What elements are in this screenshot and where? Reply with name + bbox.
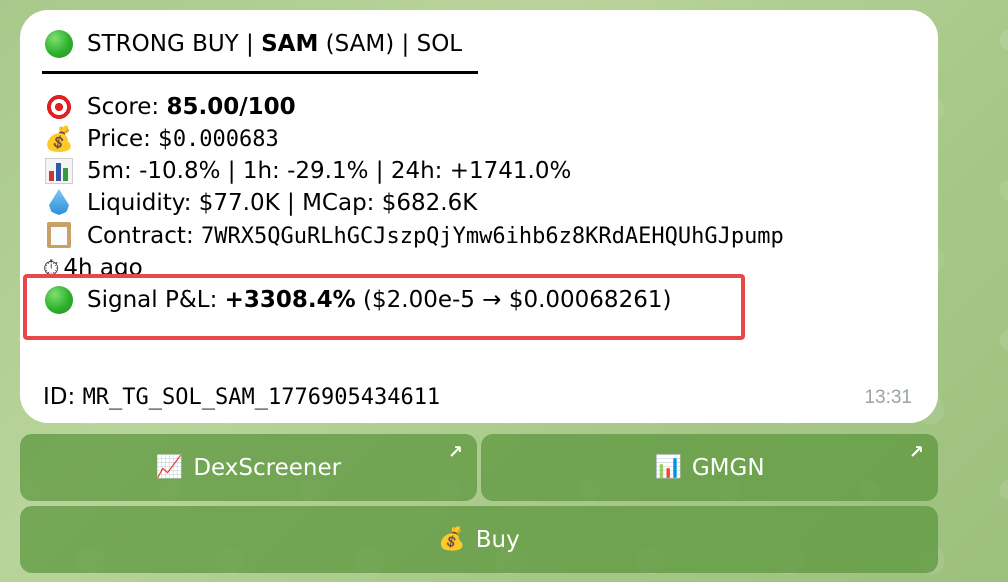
contract-label: Contract: bbox=[87, 223, 202, 249]
liquidity-line: Liquidity: $77.0K | MCap: $682.6K bbox=[43, 188, 477, 218]
bar-chart-icon: 📊 bbox=[654, 455, 682, 480]
contract-address[interactable]: 7WRX5QGuRLhGCJszpQjYmw6ihb6z8KRdAEHQUhGJ… bbox=[201, 224, 784, 249]
money-bag-icon: 💰 bbox=[44, 125, 74, 153]
droplet-icon bbox=[43, 188, 75, 218]
liquidity-text: Liquidity: $77.0K | MCap: $682.6K bbox=[87, 190, 478, 216]
message-bubble: STRONG BUY | SAM (SAM) | SOL Score: 85.0… bbox=[20, 10, 938, 423]
green-circle-icon bbox=[43, 29, 75, 59]
clipboard-icon bbox=[43, 221, 75, 251]
signal-title: STRONG BUY | SAM (SAM) | SOL bbox=[43, 29, 462, 59]
age-text: 4h ago bbox=[63, 255, 143, 275]
title-suffix: (SAM) | SOL bbox=[318, 31, 463, 57]
price-label: Price: $ bbox=[87, 126, 173, 152]
gmgn-label: GMGN bbox=[691, 454, 765, 481]
contract-line: Contract: 7WRX5QGuRLhGCJszpQjYmw6ihb6z8K… bbox=[43, 221, 784, 252]
bar-chart-icon bbox=[43, 156, 75, 186]
title-token: SAM bbox=[261, 31, 319, 57]
dexscreener-label: DexScreener bbox=[193, 454, 342, 481]
chart-increasing-icon: 📈 bbox=[155, 455, 184, 480]
title-prefix: STRONG BUY | bbox=[87, 31, 262, 57]
id-line: ID: MR_TG_SOL_SAM_1776905434611 bbox=[43, 382, 440, 413]
id-label: ID: bbox=[43, 384, 83, 410]
price-line: 💰 Price: $0.000683 bbox=[43, 124, 279, 155]
id-value: MR_TG_SOL_SAM_1776905434611 bbox=[82, 385, 441, 410]
external-link-icon: ↗ bbox=[447, 442, 463, 463]
buy-button[interactable]: 💰 Buy bbox=[20, 506, 938, 573]
age-line: ⏱ 4h ago bbox=[43, 253, 143, 275]
score-label: Score: bbox=[87, 94, 167, 120]
target-icon bbox=[43, 92, 75, 122]
dexscreener-button[interactable]: 📈 DexScreener ↗ bbox=[20, 434, 477, 501]
message-timestamp: 13:31 bbox=[864, 387, 912, 408]
gmgn-button[interactable]: 📊 GMGN ↗ bbox=[481, 434, 938, 501]
title-underline bbox=[42, 71, 478, 74]
buy-label: Buy bbox=[475, 526, 520, 553]
score-value: 85.00/100 bbox=[166, 94, 296, 120]
score-line: Score: 85.00/100 bbox=[43, 92, 296, 122]
change-line: 5m: -10.8% | 1h: -29.1% | 24h: +1741.0% bbox=[43, 156, 571, 186]
external-link-icon: ↗ bbox=[908, 442, 924, 463]
pnl-highlight-box bbox=[23, 274, 745, 340]
stopwatch-icon: ⏱ bbox=[43, 256, 60, 275]
change-text: 5m: -10.8% | 1h: -29.1% | 24h: +1741.0% bbox=[87, 158, 572, 184]
money-bag-icon: 💰 bbox=[438, 527, 466, 552]
price-value: 0.000683 bbox=[172, 127, 279, 152]
